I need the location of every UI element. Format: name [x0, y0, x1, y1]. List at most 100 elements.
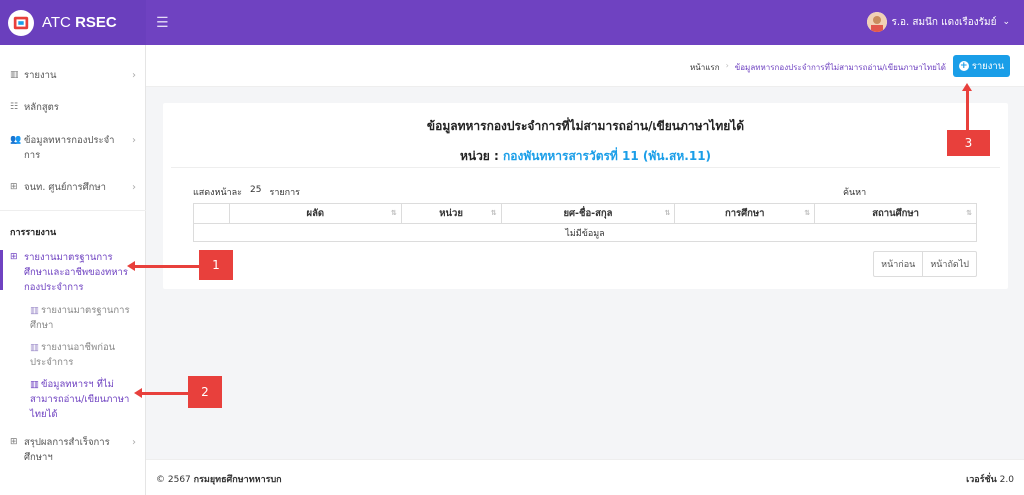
search-label: ค้นหา	[843, 188, 867, 198]
version: เวอร์ชั่น 2.0	[966, 472, 1014, 486]
page-length-label: แสดงหน้าละ	[193, 188, 243, 198]
column-header-name[interactable]: ยศ-ชื่อ-สกุล ⇅	[501, 203, 676, 224]
brand-logo-icon	[8, 9, 34, 36]
sidebar-item-label: ข้อมูลทหารกองประจำการ	[24, 135, 115, 161]
callout-number: 2	[201, 385, 209, 399]
column-header-label: การศึกษา	[724, 208, 765, 219]
callout-number: 1	[212, 258, 220, 272]
breadcrumb-bar: หน้าแรก › ข้อมูลทหารกองประจำการที่ไม่สาม…	[146, 45, 1024, 87]
plus-icon: +	[958, 61, 969, 71]
breadcrumb: หน้าแรก › ข้อมูลทหารกองประจำการที่ไม่สาม…	[690, 61, 946, 74]
sidebar-subitem-occupation[interactable]: ▥ รายงานอาชีพก่อนประจำการ	[30, 340, 130, 370]
sidebar-section-title: การรายงาน	[10, 228, 57, 238]
chart-icon: ▥	[10, 70, 19, 80]
list-icon: ☷	[10, 102, 19, 112]
callout-badge: 1	[199, 250, 233, 280]
callout-arrow	[134, 388, 189, 398]
page-length-control: แสดงหน้าละ 25 รายการ	[193, 185, 300, 199]
next-page-button[interactable]: หน้าถัดไป	[922, 252, 976, 276]
sort-icon: ⇅	[966, 209, 972, 217]
active-indicator	[0, 250, 3, 290]
data-table: ผลัด ⇅ หน่วย ⇅ ยศ-ชื่อ-สกุล ⇅ การศึกษา ⇅ สถา…	[193, 203, 977, 242]
sort-icon: ⇅	[390, 209, 397, 217]
unit-value: กองพันทหารสารวัตรที่ 11 (พัน.สห.11)	[503, 149, 712, 163]
breadcrumb-home[interactable]: หน้าแรก	[690, 61, 720, 74]
chevron-right-icon: ›	[132, 70, 136, 81]
report-card: ข้อมูลทหารกองประจำการที่ไม่สามารถอ่าน/เข…	[163, 103, 1008, 289]
sidebar: ▥ รายงาน › ☷ หลักสูตร 👥 ข้อมูลทหารกองประ…	[0, 45, 146, 495]
sidebar-subitem-label: รายงานมาตรฐานการศึกษา	[30, 305, 130, 331]
sidebar-item-summary[interactable]: ⊞ สรุปผลการสำเร็จการศึกษาฯ ›	[10, 435, 140, 465]
chart-icon: ▥	[30, 379, 39, 390]
users-icon: 👥	[10, 135, 22, 145]
menu-toggle-icon[interactable]: ☰	[156, 15, 169, 31]
column-header-education[interactable]: การศึกษา ⇅	[674, 203, 816, 224]
breadcrumb-current: ข้อมูลทหารกองประจำการที่ไม่สามารถอ่าน/เข…	[734, 63, 946, 72]
user-menu[interactable]: ร.อ. สมนึก แดงเรืองรัมย์ ⌄	[867, 12, 1010, 32]
divider	[0, 210, 146, 211]
sidebar-item-label: จนท. ศูนย์การศึกษา	[24, 182, 107, 193]
page-length-suffix: รายการ	[269, 188, 300, 198]
prev-page-button[interactable]: หน้าก่อน	[874, 252, 922, 276]
page-title: ข้อมูลทหารกองประจำการที่ไม่สามารถอ่าน/เข…	[426, 119, 745, 133]
brand[interactable]: ATC RSEC	[0, 0, 146, 45]
copyright: © 2567 กรมยุทธศึกษาทหารบก	[156, 472, 282, 486]
sidebar-subitem-label: ข้อมูลทหารฯ ที่ไม่สามารถอ่าน/เขียนภาษาไท…	[30, 379, 130, 420]
sidebar-subitem-label: รายงานอาชีพก่อนประจำการ	[30, 342, 116, 368]
top-navbar: ATC RSEC ☰ ร.อ. สมนึก แดงเรืองรัมย์ ⌄	[0, 0, 1024, 45]
sidebar-subitem-education-standard[interactable]: ▥ รายงานมาตรฐานการศึกษา	[30, 303, 130, 333]
sort-icon: ⇅	[804, 209, 811, 217]
sidebar-item-label: สรุปผลการสำเร็จการศึกษาฯ	[24, 437, 110, 463]
chevron-down-icon: ⌄	[1002, 17, 1010, 27]
divider	[171, 167, 1000, 168]
callout-arrow	[127, 261, 200, 271]
column-header-label: สถานศึกษา	[872, 208, 919, 219]
chevron-right-icon: ›	[132, 182, 136, 193]
chart-icon: ▥	[30, 342, 39, 353]
column-header-round[interactable]: ผลัด ⇅	[229, 203, 402, 224]
unit-line: หน่วย : กองพันทหารสารวัตรที่ 11 (พัน.สห.…	[163, 147, 1008, 166]
version-number: 2.0	[996, 475, 1014, 485]
callout-arrow	[962, 83, 972, 132]
page-length-select[interactable]: 25	[250, 185, 261, 199]
sort-icon: ⇅	[664, 209, 671, 217]
column-header-unit[interactable]: หน่วย ⇅	[401, 203, 502, 224]
table-header-row: ผลัด ⇅ หน่วย ⇅ ยศ-ชื่อ-สกุล ⇅ การศึกษา ⇅ สถา…	[193, 203, 977, 224]
pagination: หน้าก่อน หน้าถัดไป	[873, 251, 977, 277]
sidebar-item-label: รายงาน	[24, 70, 57, 81]
grid-icon: ⊞	[10, 252, 18, 262]
report-button[interactable]: + รายงาน	[953, 55, 1010, 77]
callout-badge: 2	[188, 376, 222, 408]
sidebar-subitem-illiterate[interactable]: ▥ ข้อมูลทหารฯ ที่ไม่สามารถอ่าน/เขียนภาษาไ…	[30, 377, 130, 422]
version-label: เวอร์ชั่น	[966, 475, 997, 485]
copyright-text: © 2567	[156, 475, 194, 485]
table-row: ไม่มีข้อมูล	[194, 224, 977, 242]
column-header-label: ผลัด	[306, 208, 325, 219]
grid-icon: ⊞	[10, 182, 18, 192]
grid-icon: ⊞	[10, 437, 18, 447]
copyright-org: กรมยุทธศึกษาทหารบก	[193, 475, 282, 485]
sidebar-item-soldiers[interactable]: 👥 ข้อมูลทหารกองประจำการ ›	[10, 133, 140, 163]
unit-label: หน่วย :	[459, 149, 503, 163]
chevron-right-icon: ›	[132, 437, 136, 448]
sort-icon: ⇅	[490, 209, 497, 217]
report-button-label: รายงาน	[971, 60, 1005, 72]
sidebar-item-label: รายงานมาตรฐานการศึกษาและอาชีพของทหารกองป…	[24, 252, 128, 293]
sidebar-item-staff[interactable]: ⊞ จนท. ศูนย์การศึกษา ›	[10, 180, 140, 195]
callout-badge: 3	[947, 130, 990, 156]
column-header-label: หน่วย	[439, 208, 463, 219]
sidebar-item-report[interactable]: ▥ รายงาน ›	[10, 68, 140, 83]
chevron-right-icon: ›	[132, 135, 136, 146]
avatar	[867, 12, 888, 32]
callout-number: 3	[964, 136, 973, 150]
chart-icon: ▥	[30, 305, 39, 316]
chevron-right-icon: ›	[725, 61, 729, 70]
column-header[interactable]	[193, 203, 230, 224]
sidebar-item-curriculum[interactable]: ☷ หลักสูตร	[10, 100, 140, 115]
column-header-school[interactable]: สถานศึกษา ⇅	[814, 203, 977, 224]
sidebar-item-standards-report[interactable]: ⊞ รายงานมาตรฐานการศึกษาและอาชีพของทหารกอ…	[10, 250, 140, 295]
user-name: ร.อ. สมนึก แดงเรืองรัมย์	[891, 16, 997, 28]
brand-name: ATC RSEC	[42, 14, 117, 31]
empty-message: ไม่มีข้อมูล	[565, 228, 605, 239]
sidebar-item-label: หลักสูตร	[24, 102, 59, 113]
